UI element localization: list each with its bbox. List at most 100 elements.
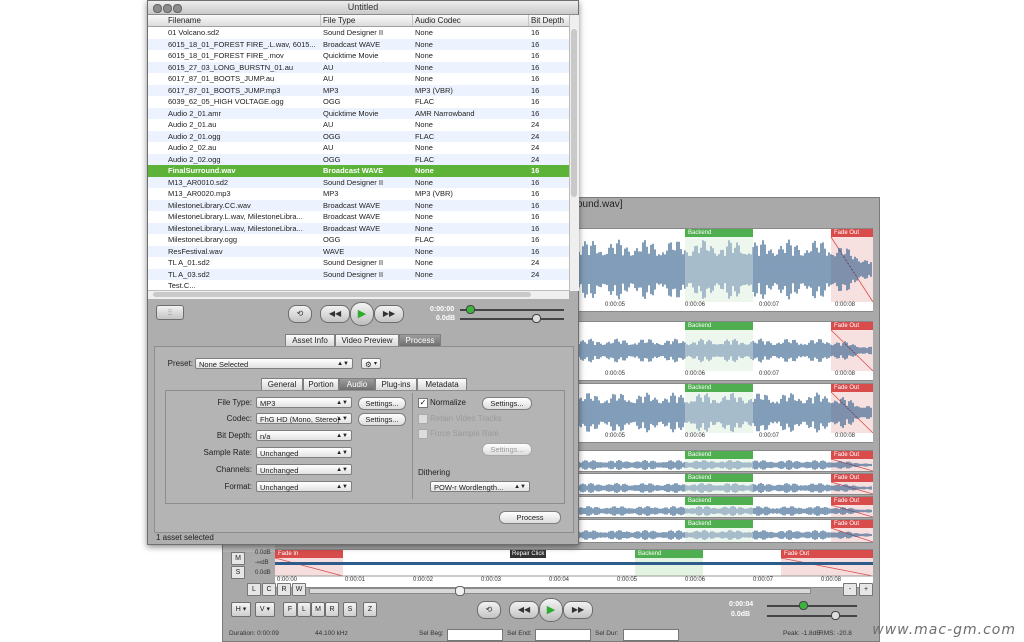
browser-volume-slider[interactable] [460, 318, 564, 320]
cell-audio-codec: AMR Narrowband [415, 108, 475, 118]
table-row[interactable]: 6017_87_01_BOOTS_JUMP.mp3 MP3 MP3 (VBR) 16 [148, 84, 569, 96]
table-row[interactable]: Audio 2_02.au AU None 24 [148, 142, 569, 154]
editor-position-slider[interactable] [767, 605, 857, 607]
file-type-popup[interactable]: MP3 ▲▼ [256, 397, 352, 408]
table-row[interactable]: MilestoneLibrary.CC.wav Broadcast WAVE Non… [148, 199, 569, 211]
table-row[interactable]: FinalSurround.wav Broadcast WAVE None 16 [148, 165, 569, 177]
f-button[interactable]: F [283, 602, 297, 617]
codec-settings-button[interactable]: Settings... [358, 413, 406, 426]
zoom-in-button[interactable]: + [859, 583, 873, 596]
editor-loop-button[interactable]: ⟲ [477, 601, 501, 619]
table-row[interactable]: Audio 2_02.ogg OGG FLAC 24 [148, 153, 569, 165]
editor-position-knob[interactable] [799, 601, 808, 610]
l-button[interactable]: L [297, 602, 311, 617]
table-row[interactable]: TL A_03.sd2 Sound Designer II None 24 [148, 268, 569, 280]
table-row[interactable]: MilestoneLibrary.L.wav, MilestoneLibra..… [148, 211, 569, 223]
sel-beg-field[interactable] [447, 629, 503, 641]
forward-button[interactable]: ▶▶ [374, 305, 404, 323]
browser-volume-knob[interactable] [532, 314, 541, 323]
table-row[interactable]: Test.C... [148, 280, 569, 290]
right-channel-button[interactable]: R [277, 583, 291, 596]
table-row[interactable]: TL A_01.sd2 Sound Designer II None 24 [148, 257, 569, 269]
v-zoom-popup[interactable]: V ▾ [255, 602, 275, 617]
table-row[interactable]: Audio 2_01.ogg OGG FLAC 24 [148, 130, 569, 142]
m-button[interactable]: M [311, 602, 325, 617]
window-titlebar[interactable]: Untitled [148, 1, 578, 15]
column-header-filename[interactable]: Filename [166, 15, 321, 26]
column-header-audio-codec[interactable]: Audio Codec [413, 15, 529, 26]
editor-volume-slider[interactable] [767, 615, 857, 617]
sel-end-field[interactable] [535, 629, 591, 641]
w-channel-button[interactable]: W [292, 583, 306, 596]
left-channel-button[interactable]: L [247, 583, 261, 596]
table-row[interactable]: 6015_27_03_LONG_BURSTN_01.au AU None 16 [148, 61, 569, 73]
overview-time-tick: 0:00:07 [753, 577, 774, 583]
table-row[interactable]: 6039_62_05_HIGH VOLTAGE.ogg OGG FLAC 16 [148, 96, 569, 108]
play-button[interactable]: ▶ [350, 302, 374, 326]
editor-play-button[interactable]: ▶ [539, 598, 563, 622]
table-row[interactable]: MilestoneLibrary.ogg OGG FLAC 16 [148, 234, 569, 246]
sample-rate-value: Unchanged [260, 449, 299, 458]
editor-forward-button[interactable]: ▶▶ [563, 601, 593, 619]
table-row[interactable]: MilestoneLibrary.L.wav, MilestoneLibra..… [148, 222, 569, 234]
cell-filename: 6039_62_05_HIGH VOLTAGE.ogg [168, 97, 284, 106]
waveform-toggle-button[interactable]: ⫶⫶ [156, 305, 184, 320]
channels-popup[interactable]: Unchanged ▲▼ [256, 464, 352, 475]
h-zoom-popup[interactable]: H ▾ [231, 602, 251, 617]
editor-rewind-button[interactable]: ◀◀ [509, 601, 539, 619]
file-list[interactable]: 01 Volcano.sd2 Sound Designer II None 16 601… [148, 27, 569, 290]
force-sample-rate-settings-button[interactable]: Settings... [482, 443, 532, 456]
sample-rate-popup[interactable]: Unchanged ▲▼ [256, 447, 352, 458]
s-button[interactable]: S [343, 602, 357, 617]
file-type-settings-button[interactable]: Settings... [358, 397, 406, 410]
sel-dur-field[interactable] [623, 629, 679, 641]
backend-label: Backend [688, 498, 712, 504]
preset-action-menu[interactable]: ⚙ ▾ [361, 358, 381, 369]
preset-popup[interactable]: None Selected ▲▼ [195, 358, 353, 369]
editor-volume-knob[interactable] [831, 611, 840, 620]
horizontal-scrubber[interactable] [309, 588, 811, 594]
normalize-checkbox[interactable]: ✓ [418, 398, 428, 408]
backend-label: Backend [688, 385, 712, 391]
table-row[interactable]: Audio 2_01.au AU None 24 [148, 119, 569, 131]
format-popup[interactable]: Unchanged ▲▼ [256, 481, 352, 492]
force-sample-rate-checkbox[interactable] [418, 429, 428, 439]
table-row[interactable]: 6015_18_01_FOREST FIRE_.L.wav, 6015... Br… [148, 38, 569, 50]
table-row[interactable]: 6017_87_01_BOOTS_JUMP.au AU None 16 [148, 73, 569, 85]
scrubber-knob[interactable] [455, 586, 465, 596]
solo-button[interactable]: S [231, 566, 245, 579]
process-button[interactable]: Process [499, 511, 561, 524]
browser-position-slider[interactable] [460, 309, 564, 311]
table-row[interactable]: M13_AR0020.mp3 MP3 MP3 (VBR) 16 [148, 188, 569, 200]
file-list-horizontal-scrollbar[interactable] [148, 290, 569, 299]
cell-audio-codec: None [415, 39, 433, 49]
browser-position-knob[interactable] [466, 305, 475, 314]
table-row[interactable]: 6015_18_01_FOREST FIRE_.mov Quicktime Mov… [148, 50, 569, 62]
center-channel-button[interactable]: C [262, 583, 276, 596]
vertical-scroll-thumb[interactable] [571, 29, 577, 197]
horizontal-scroll-thumb[interactable] [153, 292, 531, 297]
sel-dur-label: Sel Dur: [595, 630, 619, 637]
column-header-bit-depth[interactable]: Bit Depth [529, 15, 569, 26]
codec-popup[interactable]: FhG HD (Mono, Stereo) ▲▼ [256, 413, 352, 424]
table-row[interactable]: Audio 2_01.amr Quicktime Movie AMR Narrowb… [148, 107, 569, 119]
table-row[interactable]: M13_AR0010.sd2 Sound Designer II None 16 [148, 176, 569, 188]
backend-label: Backend [638, 551, 662, 557]
loop-button[interactable]: ⟲ [288, 305, 312, 323]
bit-depth-popup[interactable]: n/a ▲▼ [256, 430, 352, 441]
channels-label: Channels: [215, 465, 252, 474]
cell-bit-depth: 16 [531, 74, 540, 83]
file-list-vertical-scrollbar[interactable] [569, 15, 579, 291]
table-row[interactable]: ResFestival.wav WAVE None 16 [148, 245, 569, 257]
dithering-popup[interactable]: POW-r Wordlength... ▲▼ [430, 481, 530, 492]
z-button[interactable]: Z [363, 602, 377, 617]
overview-track[interactable]: Fade In Backend Fade Out Repair Click 0:… [275, 549, 873, 588]
zoom-out-button[interactable]: - [843, 583, 857, 596]
r-button[interactable]: R [325, 602, 339, 617]
retain-video-checkbox[interactable] [418, 414, 428, 424]
column-header-file-type[interactable]: File Type [321, 15, 413, 26]
table-row[interactable]: 01 Volcano.sd2 Sound Designer II None 16 [148, 27, 569, 39]
normalize-settings-button[interactable]: Settings... [482, 397, 532, 410]
mute-button[interactable]: M [231, 552, 245, 565]
rewind-button[interactable]: ◀◀ [320, 305, 350, 323]
